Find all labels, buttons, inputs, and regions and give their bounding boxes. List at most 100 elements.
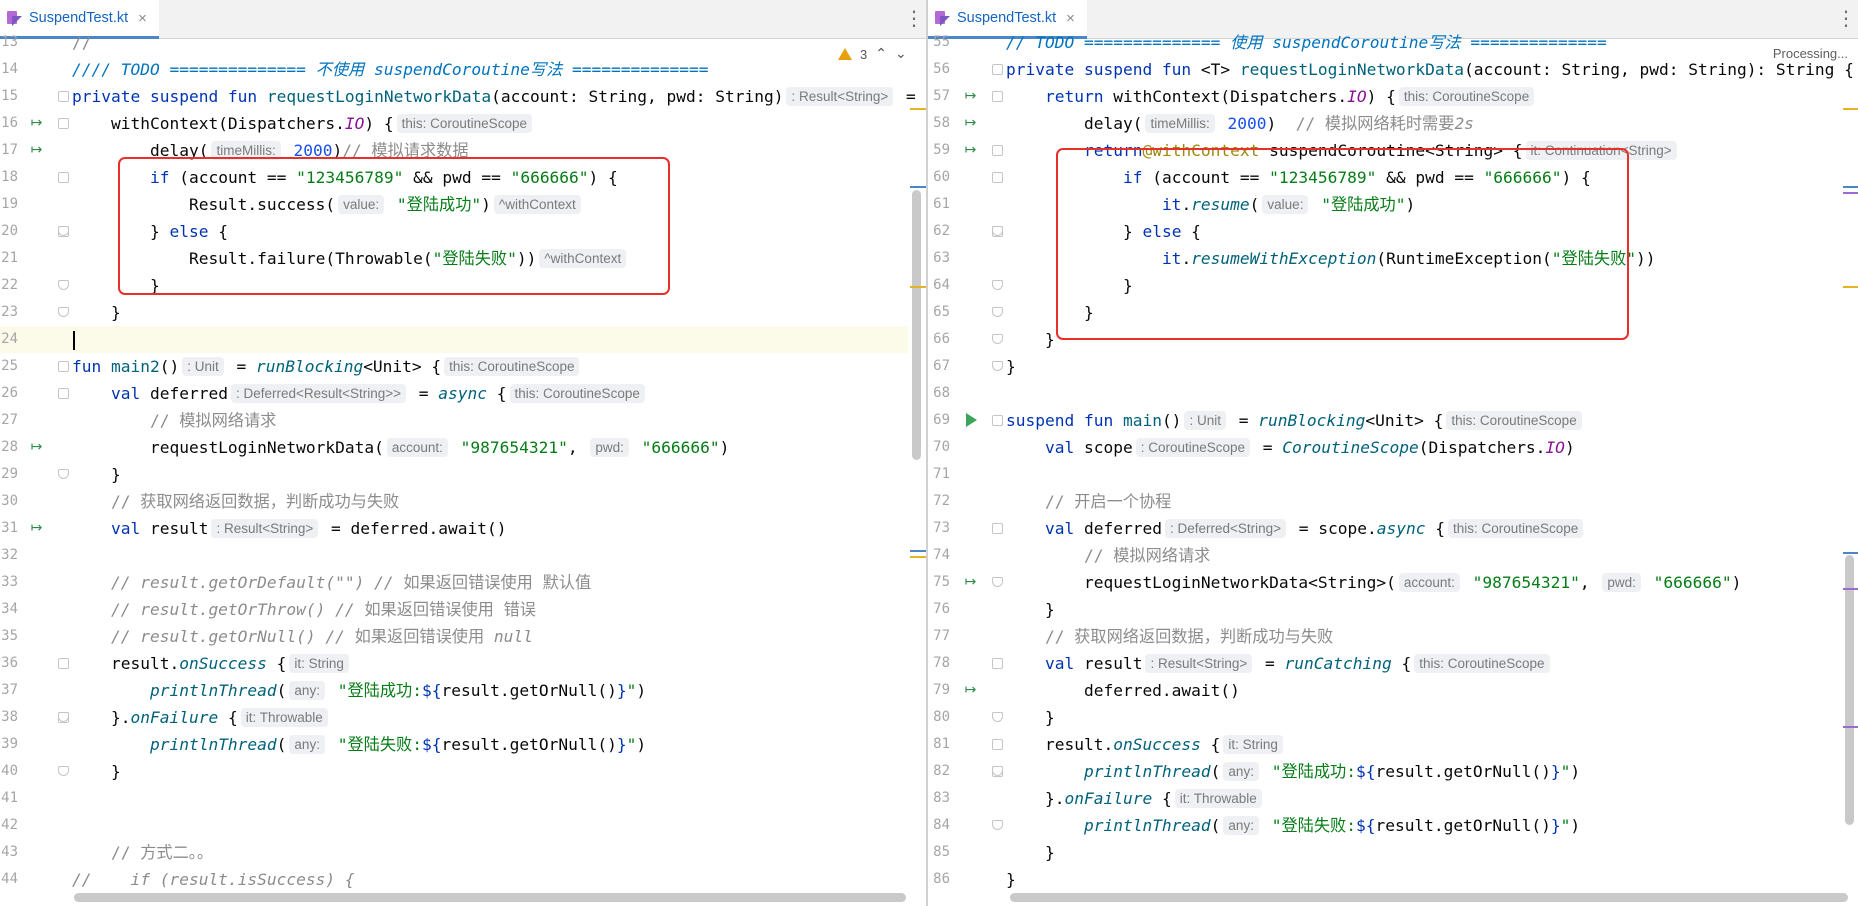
- fold-icon[interactable]: [58, 226, 69, 237]
- code-text[interactable]: // if (result.isSuccess) {: [72, 866, 355, 893]
- code-text[interactable]: // result.getOrNull() // 如果返回错误使用 null: [72, 623, 533, 650]
- code-text[interactable]: val result: Result<String> = runCatching…: [1006, 650, 1553, 677]
- error-stripe-mark[interactable]: [1843, 108, 1858, 110]
- line-number[interactable]: 39: [0, 731, 18, 758]
- code-text[interactable]: result.onSuccess {it: String: [72, 650, 352, 677]
- code-text[interactable]: // 模拟网络请求: [72, 407, 276, 434]
- line-number[interactable]: 22: [0, 272, 18, 299]
- line-number[interactable]: 78: [928, 650, 950, 677]
- code-line[interactable]: 39 printlnThread(any: "登陆失败:${result.get…: [0, 731, 908, 758]
- line-number[interactable]: 14: [0, 56, 18, 83]
- fold-icon[interactable]: [58, 388, 69, 399]
- fold-icon[interactable]: [992, 415, 1003, 426]
- fold-icon[interactable]: [992, 226, 1003, 237]
- code-line[interactable]: 29 }: [0, 461, 908, 488]
- code-line[interactable]: 70 val scope: CoroutineScope = Coroutine…: [928, 434, 1840, 461]
- close-icon[interactable]: ×: [1066, 10, 1075, 27]
- code-line[interactable]: 85 }: [928, 839, 1840, 866]
- code-line[interactable]: 34 // result.getOrThrow() // 如果返回错误使用 错误: [0, 596, 908, 623]
- code-text[interactable]: val result: Result<String> = deferred.aw…: [72, 515, 506, 542]
- code-line[interactable]: 82 printlnThread(any: "登陆成功:${result.get…: [928, 758, 1840, 785]
- more-vertical-icon[interactable]: ⋮: [904, 8, 924, 30]
- line-number[interactable]: 32: [0, 542, 18, 569]
- error-stripe-mark[interactable]: [1843, 186, 1858, 188]
- line-number[interactable]: 24: [0, 326, 18, 353]
- more-vertical-icon[interactable]: ⋮: [1836, 8, 1856, 30]
- fold-icon[interactable]: [992, 64, 1003, 75]
- line-number[interactable]: 31: [0, 515, 18, 542]
- code-text[interactable]: }.onFailure {it: Throwable: [1006, 785, 1265, 812]
- code-text[interactable]: }: [1006, 704, 1055, 731]
- code-text[interactable]: // 获取网络返回数据，判断成功与失败: [1006, 623, 1333, 650]
- line-number[interactable]: 40: [0, 758, 18, 785]
- line-number[interactable]: 55: [928, 29, 950, 56]
- line-number[interactable]: 36: [0, 650, 18, 677]
- line-number[interactable]: 33: [0, 569, 18, 596]
- line-number[interactable]: 69: [928, 407, 950, 434]
- code-text[interactable]: //// TODO ============== 不使用 suspendCoro…: [72, 56, 708, 83]
- line-number[interactable]: 64: [928, 272, 950, 299]
- code-line[interactable]: 43 // 方式二。。: [0, 839, 908, 866]
- code-line[interactable]: 75 ↦ requestLoginNetworkData<String>(acco…: [928, 569, 1840, 596]
- code-text[interactable]: result.onSuccess {it: String: [1006, 731, 1286, 758]
- code-line[interactable]: 72 // 开启一个协程: [928, 488, 1840, 515]
- code-text[interactable]: private suspend fun requestLoginNetworkD…: [72, 83, 916, 110]
- code-line[interactable]: 32: [0, 542, 908, 569]
- suspend-call-icon[interactable]: ↦: [962, 574, 979, 591]
- line-number[interactable]: 15: [0, 83, 18, 110]
- line-number[interactable]: 13: [0, 29, 18, 56]
- line-number[interactable]: 25: [0, 353, 18, 380]
- line-number[interactable]: 77: [928, 623, 950, 650]
- line-number[interactable]: 19: [0, 191, 18, 218]
- code-line[interactable]: 38 }.onFailure {it: Throwable: [0, 704, 908, 731]
- vertical-scrollbar[interactable]: [1845, 555, 1854, 825]
- code-line[interactable]: 68: [928, 380, 1840, 407]
- code-line[interactable]: 55 // TODO ============== 使用 suspendCorou…: [928, 29, 1840, 56]
- code-line[interactable]: 16 ↦ withContext(Dispatchers.IO) {this: C…: [0, 110, 908, 137]
- line-number[interactable]: 81: [928, 731, 950, 758]
- line-number[interactable]: 74: [928, 542, 950, 569]
- code-line[interactable]: 57 ↦ return withContext(Dispatchers.IO) {…: [928, 83, 1840, 110]
- line-number[interactable]: 63: [928, 245, 950, 272]
- fold-icon[interactable]: [58, 361, 69, 372]
- code-line[interactable]: 44 // if (result.isSuccess) {: [0, 866, 908, 893]
- code-line[interactable]: 25 fun main2(): Unit = runBlocking<Unit> …: [0, 353, 908, 380]
- line-number[interactable]: 26: [0, 380, 18, 407]
- vertical-scrollbar[interactable]: [912, 190, 921, 460]
- code-line[interactable]: 58 ↦ delay(timeMillis: 2000) // 模拟网络耗时需要2…: [928, 110, 1840, 137]
- fold-icon[interactable]: [992, 91, 1003, 102]
- code-line[interactable]: 24: [0, 326, 908, 353]
- line-number[interactable]: 30: [0, 488, 18, 515]
- code-text[interactable]: // TODO ============== 使用 suspendCorouti…: [1006, 29, 1607, 56]
- line-number[interactable]: 17: [0, 137, 18, 164]
- fold-icon[interactable]: [58, 172, 69, 183]
- suspend-call-icon[interactable]: ↦: [28, 142, 45, 159]
- error-stripe-mark[interactable]: [1843, 588, 1858, 590]
- code-line[interactable]: 67}: [928, 353, 1840, 380]
- code-line[interactable]: 69 suspend fun main(): Unit = runBlocking…: [928, 407, 1840, 434]
- code-text[interactable]: // result.getOrThrow() // 如果返回错误使用 错误: [72, 596, 536, 623]
- fold-icon[interactable]: [992, 766, 1003, 777]
- code-text[interactable]: }: [1006, 326, 1055, 353]
- fold-icon[interactable]: [58, 91, 69, 102]
- code-text[interactable]: val deferred: Deferred<Result<String>> =…: [72, 380, 648, 407]
- fold-icon[interactable]: [58, 118, 69, 129]
- fold-icon[interactable]: [992, 172, 1003, 183]
- code-text[interactable]: }: [1006, 353, 1016, 380]
- line-number[interactable]: 38: [0, 704, 18, 731]
- error-stripe-mark[interactable]: [910, 186, 926, 188]
- fold-icon[interactable]: [992, 523, 1003, 534]
- line-number[interactable]: 67: [928, 353, 950, 380]
- code-text[interactable]: printlnThread(any: "登陆失败:${result.getOrN…: [1006, 812, 1580, 839]
- code-text[interactable]: // 获取网络返回数据，判断成功与失败: [72, 488, 399, 515]
- code-line[interactable]: 80 }: [928, 704, 1840, 731]
- code-line[interactable]: 27 // 模拟网络请求: [0, 407, 908, 434]
- line-number[interactable]: 70: [928, 434, 950, 461]
- error-stripe-mark[interactable]: [1843, 726, 1858, 728]
- run-icon[interactable]: [966, 413, 977, 427]
- suspend-call-icon[interactable]: ↦: [962, 115, 979, 132]
- line-number[interactable]: 73: [928, 515, 950, 542]
- line-number[interactable]: 84: [928, 812, 950, 839]
- suspend-call-icon[interactable]: ↦: [28, 520, 45, 537]
- line-number[interactable]: 61: [928, 191, 950, 218]
